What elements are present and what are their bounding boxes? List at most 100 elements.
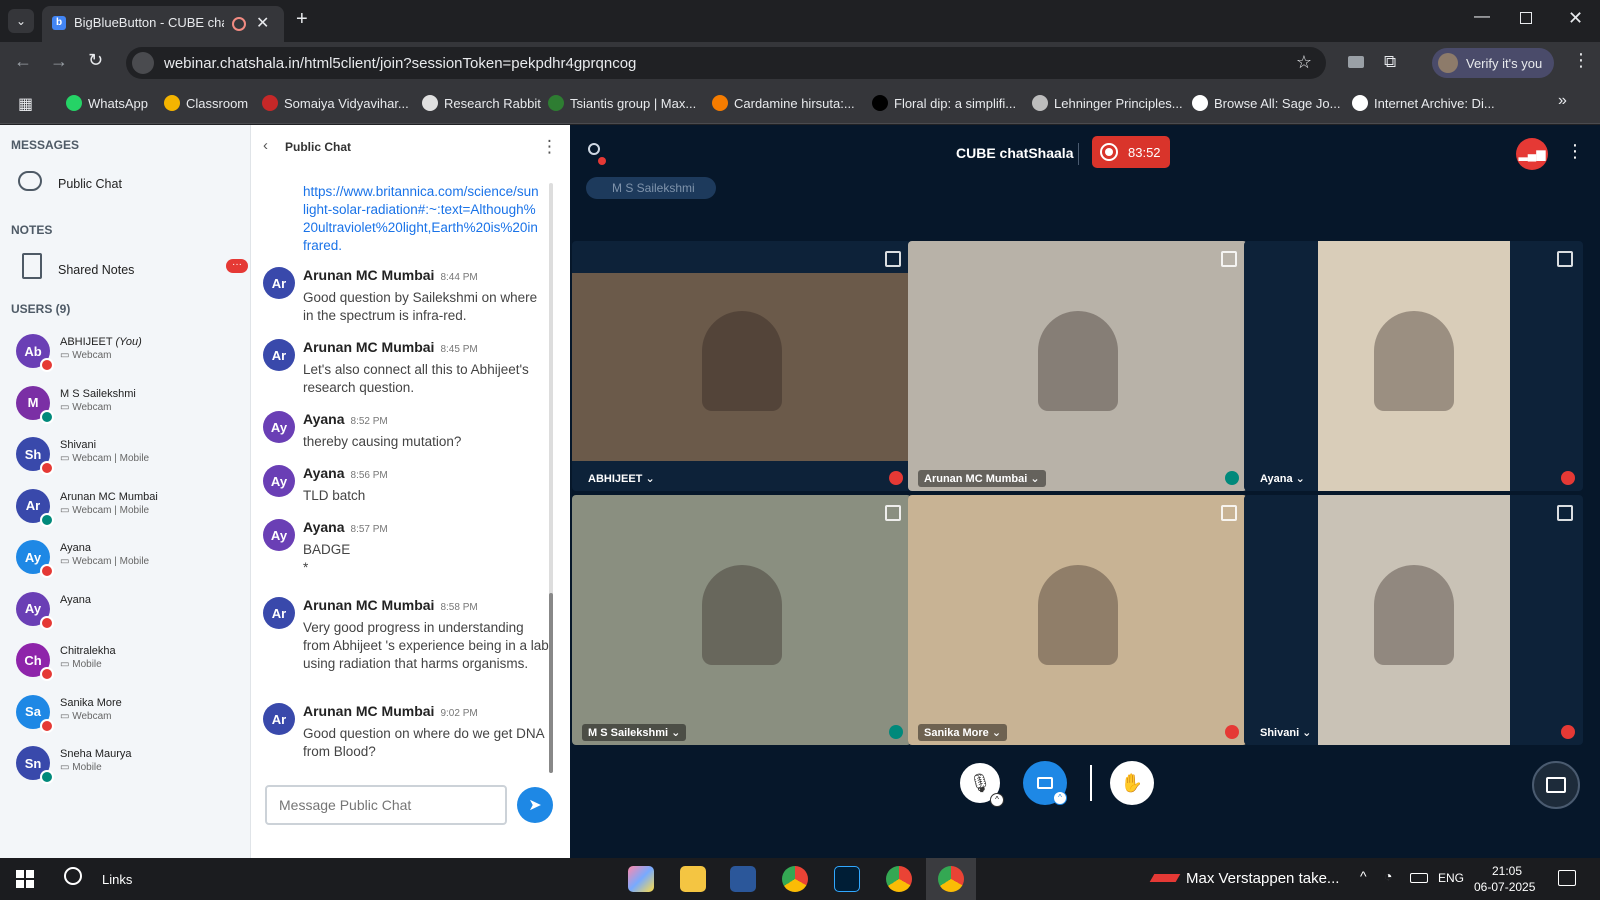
browser-menu-icon[interactable]: ⋮	[1572, 50, 1590, 71]
chevron-left-icon[interactable]: ‹	[263, 137, 268, 154]
bookmark-item[interactable]: Research Rabbit	[422, 95, 541, 111]
user-list-item[interactable]: Sh Shivani ▭ Webcam | Mobile	[0, 431, 250, 481]
bookmark-star-icon[interactable]: ☆	[1296, 52, 1312, 73]
user-list-item[interactable]: Ay Ayana	[0, 586, 250, 636]
cast-icon[interactable]	[1348, 56, 1364, 68]
minimize-button[interactable]: —	[1474, 8, 1490, 26]
fullscreen-icon[interactable]	[1557, 505, 1573, 521]
bookmark-item[interactable]: WhatsApp	[66, 95, 148, 111]
user-list-item[interactable]: Ay Ayana ▭ Webcam | Mobile	[0, 534, 250, 584]
talking-indicator[interactable]: M S Sailekshmi	[586, 177, 716, 199]
close-window-button[interactable]: ✕	[1568, 8, 1583, 29]
bookmark-item[interactable]: Floral dip: a simplifi...	[872, 95, 1016, 111]
bookmark-item[interactable]: Cardamine hirsuta:...	[712, 95, 855, 111]
wifi-icon[interactable]: ◔	[1384, 868, 1392, 884]
fullscreen-icon[interactable]	[1221, 505, 1237, 521]
browser-tab-active[interactable]: b BigBlueButton - CUBE chatS ✕	[42, 6, 284, 42]
bookmark-item[interactable]: Lehninger Principles...	[1032, 95, 1183, 111]
extensions-icon[interactable]: ⧉	[1384, 52, 1396, 72]
user-device: ▭ Webcam	[60, 401, 112, 413]
shared-notes-item[interactable]: Shared Notes ···	[0, 249, 250, 289]
participant-name[interactable]: ABHIJEET ⌄	[582, 470, 661, 487]
news-headline[interactable]: Max Verstappen take...	[1186, 870, 1339, 887]
participant-name[interactable]: Ayana ⌄	[1254, 470, 1311, 487]
word-icon[interactable]	[730, 866, 756, 892]
bookmark-item[interactable]: Browse All: Sage Jo...	[1192, 95, 1340, 111]
more-bookmarks-icon[interactable]: »	[1558, 92, 1567, 110]
chrome-profile-icon[interactable]	[886, 866, 912, 892]
fullscreen-icon[interactable]	[885, 251, 901, 267]
bookmark-item[interactable]: Tsiantis group | Max...	[548, 95, 696, 111]
user-list-item[interactable]: Ab ABHIJEET (You) ▭ Webcam	[0, 328, 250, 378]
user-list-item[interactable]: Ar Arunan MC Mumbai ▭ Webcam | Mobile	[0, 483, 250, 533]
windows-start-icon[interactable]	[16, 870, 34, 888]
chrome-icon[interactable]	[782, 866, 808, 892]
video-tile[interactable]: Ayana ⌄	[1244, 241, 1583, 491]
public-chat-item[interactable]: Public Chat	[0, 163, 250, 203]
user-list-item[interactable]: Sn Sneha Maurya ▭ Mobile	[0, 740, 250, 790]
windows-taskbar: Links Max Verstappen take... ^ ◔ ENG 21:…	[0, 858, 1600, 900]
bookmark-item[interactable]: Somaiya Vidyavihar...	[262, 95, 409, 111]
taskbar-search-label[interactable]: Links	[102, 872, 132, 887]
presentation-icon	[1546, 777, 1566, 793]
connection-status-button[interactable]: ▂▄▆	[1516, 138, 1548, 170]
address-bar[interactable]: webinar.chatshala.in/html5client/join?se…	[126, 47, 1326, 79]
reload-icon[interactable]: ↻	[88, 50, 103, 71]
participant-silhouette	[1374, 565, 1454, 665]
bookmark-item[interactable]: Classroom	[164, 95, 248, 111]
clock-time[interactable]: 21:05	[1492, 864, 1522, 878]
video-tile[interactable]: Sanika More ⌄	[908, 495, 1247, 745]
photoshop-icon[interactable]	[834, 866, 860, 892]
search-icon[interactable]	[64, 867, 82, 885]
user-list-item[interactable]: M M S Sailekshmi ▭ Webcam	[0, 380, 250, 430]
fullscreen-icon[interactable]	[1221, 251, 1237, 267]
language-indicator[interactable]: ENG	[1438, 871, 1464, 885]
message-time: 8:58 PM	[440, 602, 478, 613]
file-explorer-icon[interactable]	[680, 866, 706, 892]
verify-button[interactable]: Verify it's you	[1432, 48, 1554, 78]
maximize-button[interactable]	[1520, 12, 1532, 24]
video-tile[interactable]: Shivani ⌄	[1244, 495, 1583, 745]
close-tab-icon[interactable]: ✕	[256, 13, 269, 33]
new-tab-button[interactable]: +	[296, 8, 308, 31]
user-list-item[interactable]: Ch Chitralekha ▭ Mobile	[0, 637, 250, 687]
chat-options-icon[interactable]: ⋮	[541, 137, 558, 157]
video-tile[interactable]: M S Sailekshmi ⌄	[572, 495, 911, 745]
forward-icon[interactable]: →	[50, 51, 68, 72]
toggle-camera-button[interactable]: ^	[1023, 761, 1067, 805]
toggle-user-list-button[interactable]	[584, 141, 610, 165]
participant-name[interactable]: Arunan MC Mumbai ⌄	[918, 470, 1046, 487]
fullscreen-icon[interactable]	[885, 505, 901, 521]
presentation-button[interactable]	[1532, 761, 1580, 809]
meeting-options-icon[interactable]: ⋮	[1566, 141, 1584, 162]
notifications-icon[interactable]	[1558, 870, 1576, 886]
battery-icon[interactable]	[1410, 873, 1428, 883]
user-device: ▭ Webcam	[60, 350, 112, 361]
bookmark-favicon-icon	[712, 95, 728, 111]
video-tile[interactable]: Arunan MC Mumbai ⌄	[908, 241, 1247, 491]
clock-date[interactable]: 06-07-2025	[1474, 880, 1535, 894]
copilot-icon[interactable]	[628, 866, 654, 892]
tab-search-button[interactable]: ⌄	[8, 9, 34, 33]
raise-hand-button[interactable]: ✋	[1110, 761, 1154, 805]
bookmark-item[interactable]: Internet Archive: Di...	[1352, 95, 1495, 111]
chevron-up-icon[interactable]: ^	[1360, 868, 1367, 884]
participant-name[interactable]: M S Sailekshmi ⌄	[582, 724, 687, 741]
chat-scrollbar[interactable]	[549, 183, 553, 773]
video-tile[interactable]: ABHIJEET ⌄	[572, 241, 911, 491]
apps-grid-icon[interactable]: ▦	[18, 94, 33, 114]
chat-link[interactable]: https://www.britannica.com/science/sunli…	[303, 183, 541, 255]
send-message-button[interactable]: ➤	[517, 787, 553, 823]
site-info-icon[interactable]	[132, 52, 154, 74]
camera-options-icon[interactable]: ^	[1053, 791, 1067, 805]
fullscreen-icon[interactable]	[1557, 251, 1573, 267]
active-chrome-window[interactable]	[926, 858, 976, 900]
mute-mic-button[interactable]: 🎙 ^	[958, 761, 1004, 807]
participant-name[interactable]: Sanika More ⌄	[918, 724, 1008, 741]
mic-options-icon[interactable]: ^	[990, 793, 1004, 807]
recording-button[interactable]: 83:52	[1092, 136, 1170, 168]
user-list-item[interactable]: Sa Sanika More ▭ Webcam	[0, 689, 250, 739]
back-icon[interactable]: ←	[14, 51, 32, 72]
chat-message-input[interactable]	[265, 785, 507, 825]
participant-name[interactable]: Shivani ⌄	[1254, 724, 1317, 741]
